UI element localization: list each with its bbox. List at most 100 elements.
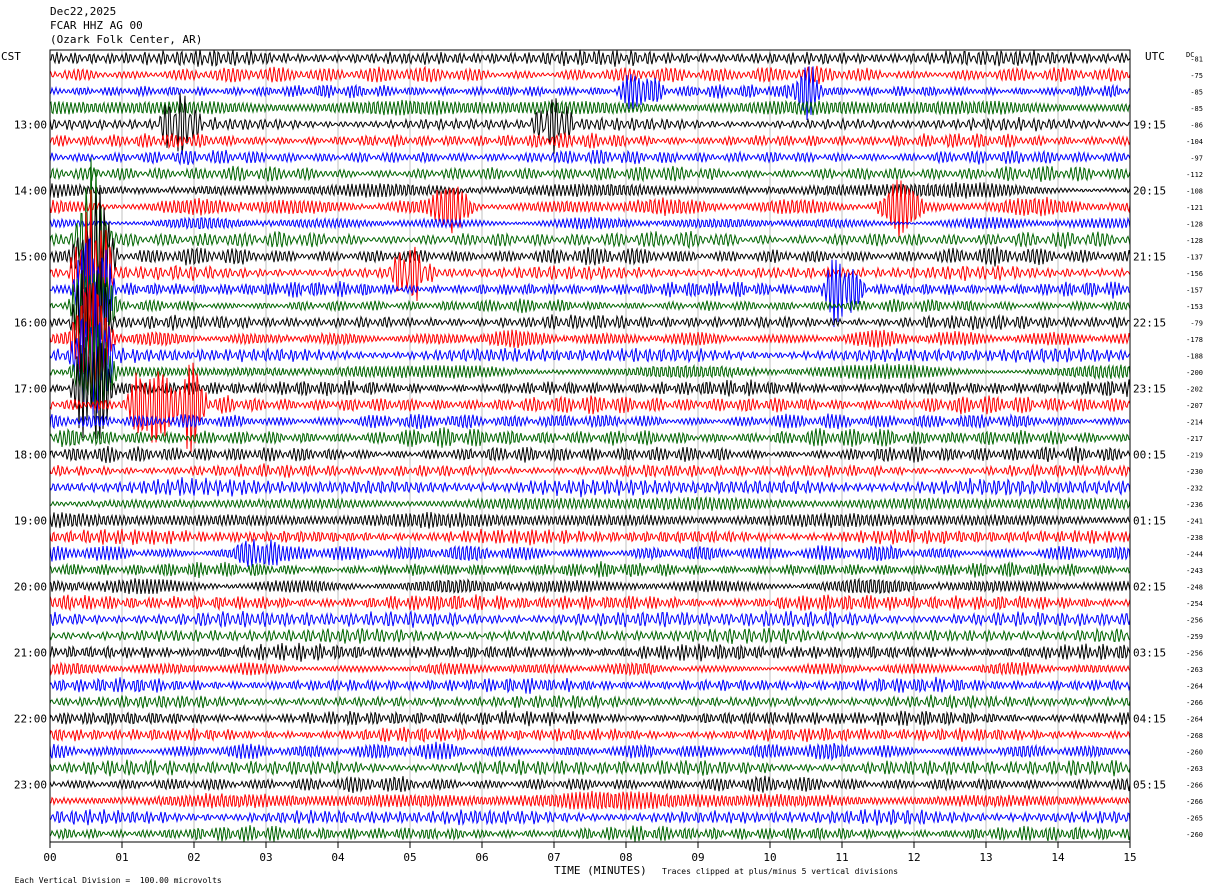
dc-offset-label: -202: [1186, 385, 1203, 393]
x-tick-label-14: 14: [1051, 851, 1065, 864]
trace-row-38: [49, 676, 1131, 694]
dc-offset-label: -128: [1186, 237, 1203, 245]
left-hour-label: 15:00: [14, 250, 47, 263]
right-hour-label: 03:15: [1133, 646, 1166, 659]
trace-row-16: [49, 261, 1131, 386]
left-hour-label: 21:00: [14, 646, 47, 659]
dc-offset-label: -254: [1186, 600, 1203, 608]
right-hour-label: 02:15: [1133, 580, 1166, 593]
left-hour-label: 19:00: [14, 514, 47, 527]
dc-offset-label: -112: [1186, 171, 1203, 179]
trace-row-6: [49, 149, 1131, 166]
footer-scale: Each Vertical Division = 100.00 microvol…: [5, 867, 222, 885]
trace-row-29: [49, 528, 1131, 546]
dc-offset-label: -128: [1186, 220, 1203, 228]
x-tick-label-03: 03: [259, 851, 272, 864]
x-axis-title: TIME (MINUTES): [554, 864, 647, 877]
dc-offset-label: -256: [1186, 649, 1203, 657]
dc-offset-label: -268: [1186, 732, 1203, 740]
dc-offset-label: -85: [1190, 88, 1203, 96]
right-timezone-label: UTC: [1145, 50, 1165, 63]
dc-offset-label: -241: [1186, 517, 1203, 525]
dc-offset-label: -238: [1186, 534, 1203, 542]
dc-header-label: DC: [1186, 51, 1194, 59]
dc-offset-label: -178: [1186, 336, 1203, 344]
left-hour-label: 14:00: [14, 184, 47, 197]
trace-row-35: [49, 627, 1131, 644]
dc-offset-label: -85: [1190, 105, 1203, 113]
trace-row-13: [49, 189, 1131, 356]
trace-row-24: [49, 445, 1131, 464]
seismic-traces: [49, 49, 1131, 842]
dc-offset-label: -217: [1186, 435, 1203, 443]
dc-offset-label: -243: [1186, 567, 1203, 575]
left-hour-label: 20:00: [14, 580, 47, 593]
dc-offset-label: -256: [1186, 616, 1203, 624]
x-tick-label-02: 02: [187, 851, 200, 864]
dc-offset-label: -244: [1186, 550, 1203, 558]
dc-offset-label: -264: [1186, 682, 1203, 690]
x-tick-label-11: 11: [835, 851, 848, 864]
left-hour-label: 22:00: [14, 712, 47, 725]
left-hour-label: 17:00: [14, 382, 47, 395]
right-hour-label: 05:15: [1133, 778, 1166, 791]
trace-row-28: [49, 511, 1131, 529]
trace-row-47: [49, 825, 1131, 842]
trace-row-33: [49, 594, 1131, 612]
left-hour-label: 16:00: [14, 316, 47, 329]
trace-row-46: [49, 808, 1131, 826]
trace-row-0: [49, 49, 1131, 67]
trace-row-8: [49, 182, 1131, 199]
dc-offset-label: -263: [1186, 666, 1203, 674]
right-hour-label: 04:15: [1133, 712, 1166, 725]
dc-offset-label: -97: [1190, 154, 1203, 162]
x-tick-label-12: 12: [907, 851, 920, 864]
dc-offset-label: -264: [1186, 715, 1203, 723]
trace-row-30: [49, 539, 1131, 567]
left-hour-label: 13:00: [14, 118, 47, 131]
dc-offset-label: -108: [1186, 187, 1203, 195]
dc-offset-label: -153: [1186, 303, 1203, 311]
x-tick-label-07: 07: [547, 851, 560, 864]
trace-row-27: [49, 496, 1131, 512]
dc-offset-label: -265: [1186, 814, 1203, 822]
minute-gridlines: [49, 50, 1131, 842]
trace-row-43: [49, 758, 1131, 777]
trace-row-11: [49, 157, 1131, 305]
dc-offset-label: -214: [1186, 418, 1203, 426]
helicorder-plot: 00 01 02 03 04 05 06 07 08 09 10 11 12 13 14 15-81-75-8…: [1, 49, 1203, 864]
trace-row-42: [49, 741, 1131, 762]
footer-clip-note: Traces clipped at plus/minus 5 vertical …: [662, 867, 899, 876]
trace-row-32: [49, 577, 1131, 595]
dc-offset-label: -236: [1186, 501, 1203, 509]
trace-row-15: [49, 273, 1131, 343]
x-tick-label-10: 10: [763, 851, 776, 864]
x-tick-label-09: 09: [691, 851, 704, 864]
left-hour-label: 23:00: [14, 778, 47, 791]
x-tick-label-15: 15: [1123, 851, 1136, 864]
dc-offset-label: -79: [1190, 319, 1203, 327]
x-tick-label-05: 05: [403, 851, 416, 864]
dc-offset-label: -75: [1190, 72, 1203, 80]
dc-offset-label: -248: [1186, 583, 1203, 591]
trace-row-31: [49, 561, 1131, 578]
trace-row-45: [49, 790, 1131, 811]
right-hour-label: 00:15: [1133, 448, 1166, 461]
trace-row-10: [49, 216, 1131, 231]
x-tick-label-00: 00: [43, 851, 56, 864]
dc-offset-label: -232: [1186, 484, 1203, 492]
trace-row-7: [49, 165, 1131, 183]
dc-offset-label: -104: [1186, 138, 1203, 146]
dc-offset-label: -266: [1186, 699, 1203, 707]
footer-scale-text: Each Vertical Division = 100.00 microvol…: [14, 876, 222, 885]
dc-offset-label: -121: [1186, 204, 1203, 212]
dc-offset-label: -156: [1186, 270, 1203, 278]
trace-row-14: [49, 237, 1131, 343]
trace-row-25: [49, 463, 1131, 479]
dc-offset-label: -86: [1190, 121, 1203, 129]
right-hour-label: 21:15: [1133, 250, 1166, 263]
right-hour-label: 20:15: [1133, 184, 1166, 197]
trace-row-34: [49, 609, 1131, 629]
trace-row-3: [49, 99, 1131, 116]
dc-offset-label: -230: [1186, 468, 1203, 476]
